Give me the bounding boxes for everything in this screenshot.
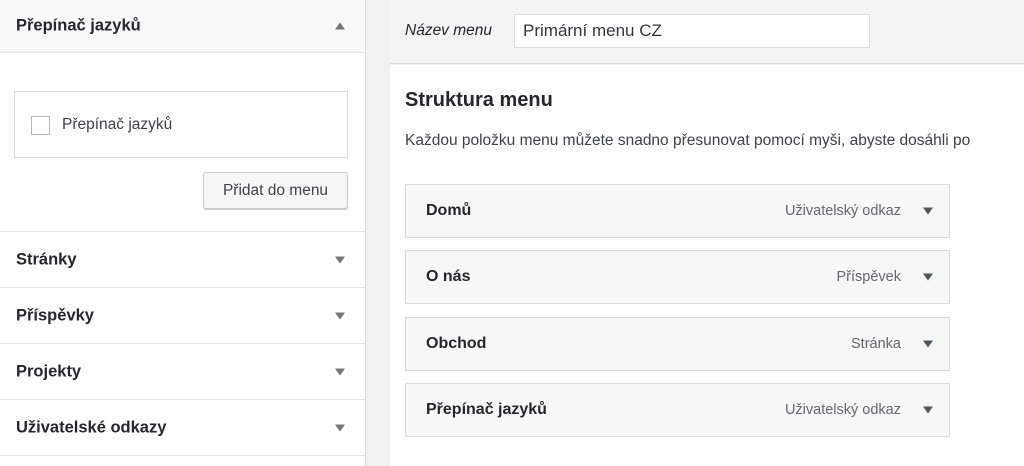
language-switcher-checkbox[interactable] [31, 116, 50, 135]
expand-arrow-icon[interactable] [923, 207, 933, 215]
menu-item-title: Domů [426, 202, 472, 219]
menu-item[interactable]: Přepínač jazyků Uživatelský odkaz [405, 383, 950, 437]
structure-description: Každou položku menu můžete snadno přesun… [405, 132, 971, 149]
menu-item[interactable]: Obchod Stránka [405, 317, 950, 371]
menu-name-label: Název menu [405, 22, 493, 39]
checkbox-label[interactable]: Přepínač jazyků [62, 116, 172, 134]
accordion-pages-header[interactable]: Stránky [0, 232, 365, 288]
menu-item-title: O nás [426, 268, 471, 285]
accordion-title: Uživatelské odkazy [16, 418, 167, 436]
menu-item[interactable]: Domů Uživatelský odkaz [405, 184, 950, 238]
menu-structure: Struktura menu Každou položku menu můžet… [390, 65, 1024, 466]
chevron-down-icon [335, 368, 345, 375]
accordion-title: Příspěvky [16, 306, 94, 324]
expand-arrow-icon[interactable] [923, 340, 933, 348]
accordion-custom-links-header[interactable]: Uživatelské odkazy [0, 400, 365, 456]
menu-item-type: Uživatelský odkaz [784, 402, 901, 418]
accordion-language-switcher-header[interactable]: Přepínač jazyků [0, 0, 365, 53]
menu-item-title: Obchod [426, 335, 487, 352]
menu-item-type: Uživatelský odkaz [784, 203, 901, 219]
menu-item[interactable]: O nás Příspěvek [405, 250, 950, 304]
accordion-projects-header[interactable]: Projekty [0, 344, 365, 400]
structure-title: Struktura menu [405, 89, 553, 111]
menu-editor: Název menu Primární menu CZ Struktura me… [390, 0, 1024, 466]
menu-item-title: Přepínač jazyků [426, 401, 547, 418]
chevron-down-icon [335, 256, 345, 263]
menu-item-type: Stránka [851, 336, 901, 352]
accordion-title: Přepínač jazyků [16, 16, 141, 35]
checkbox-list: Přepínač jazyků [14, 91, 348, 158]
accordion-title: Projekty [16, 362, 82, 380]
add-to-menu-button[interactable]: Přidat do menu [203, 172, 348, 209]
chevron-down-icon [335, 424, 345, 431]
menu-name-input[interactable]: Primární menu CZ [514, 14, 870, 48]
menu-items-panel: Přepínač jazyků Přepínač jazyků Přidat d… [0, 0, 366, 466]
chevron-down-icon [335, 312, 345, 319]
expand-arrow-icon[interactable] [923, 273, 933, 281]
menu-item-type: Příspěvek [836, 269, 901, 285]
chevron-up-icon [335, 22, 345, 30]
menu-name-bar: Název menu Primární menu CZ [390, 0, 1024, 64]
expand-arrow-icon[interactable] [923, 406, 933, 414]
accordion-posts-header[interactable]: Příspěvky [0, 288, 365, 344]
accordion-title: Stránky [16, 250, 77, 268]
accordion-language-switcher-body: Přepínač jazyků Přidat do menu [0, 53, 365, 232]
